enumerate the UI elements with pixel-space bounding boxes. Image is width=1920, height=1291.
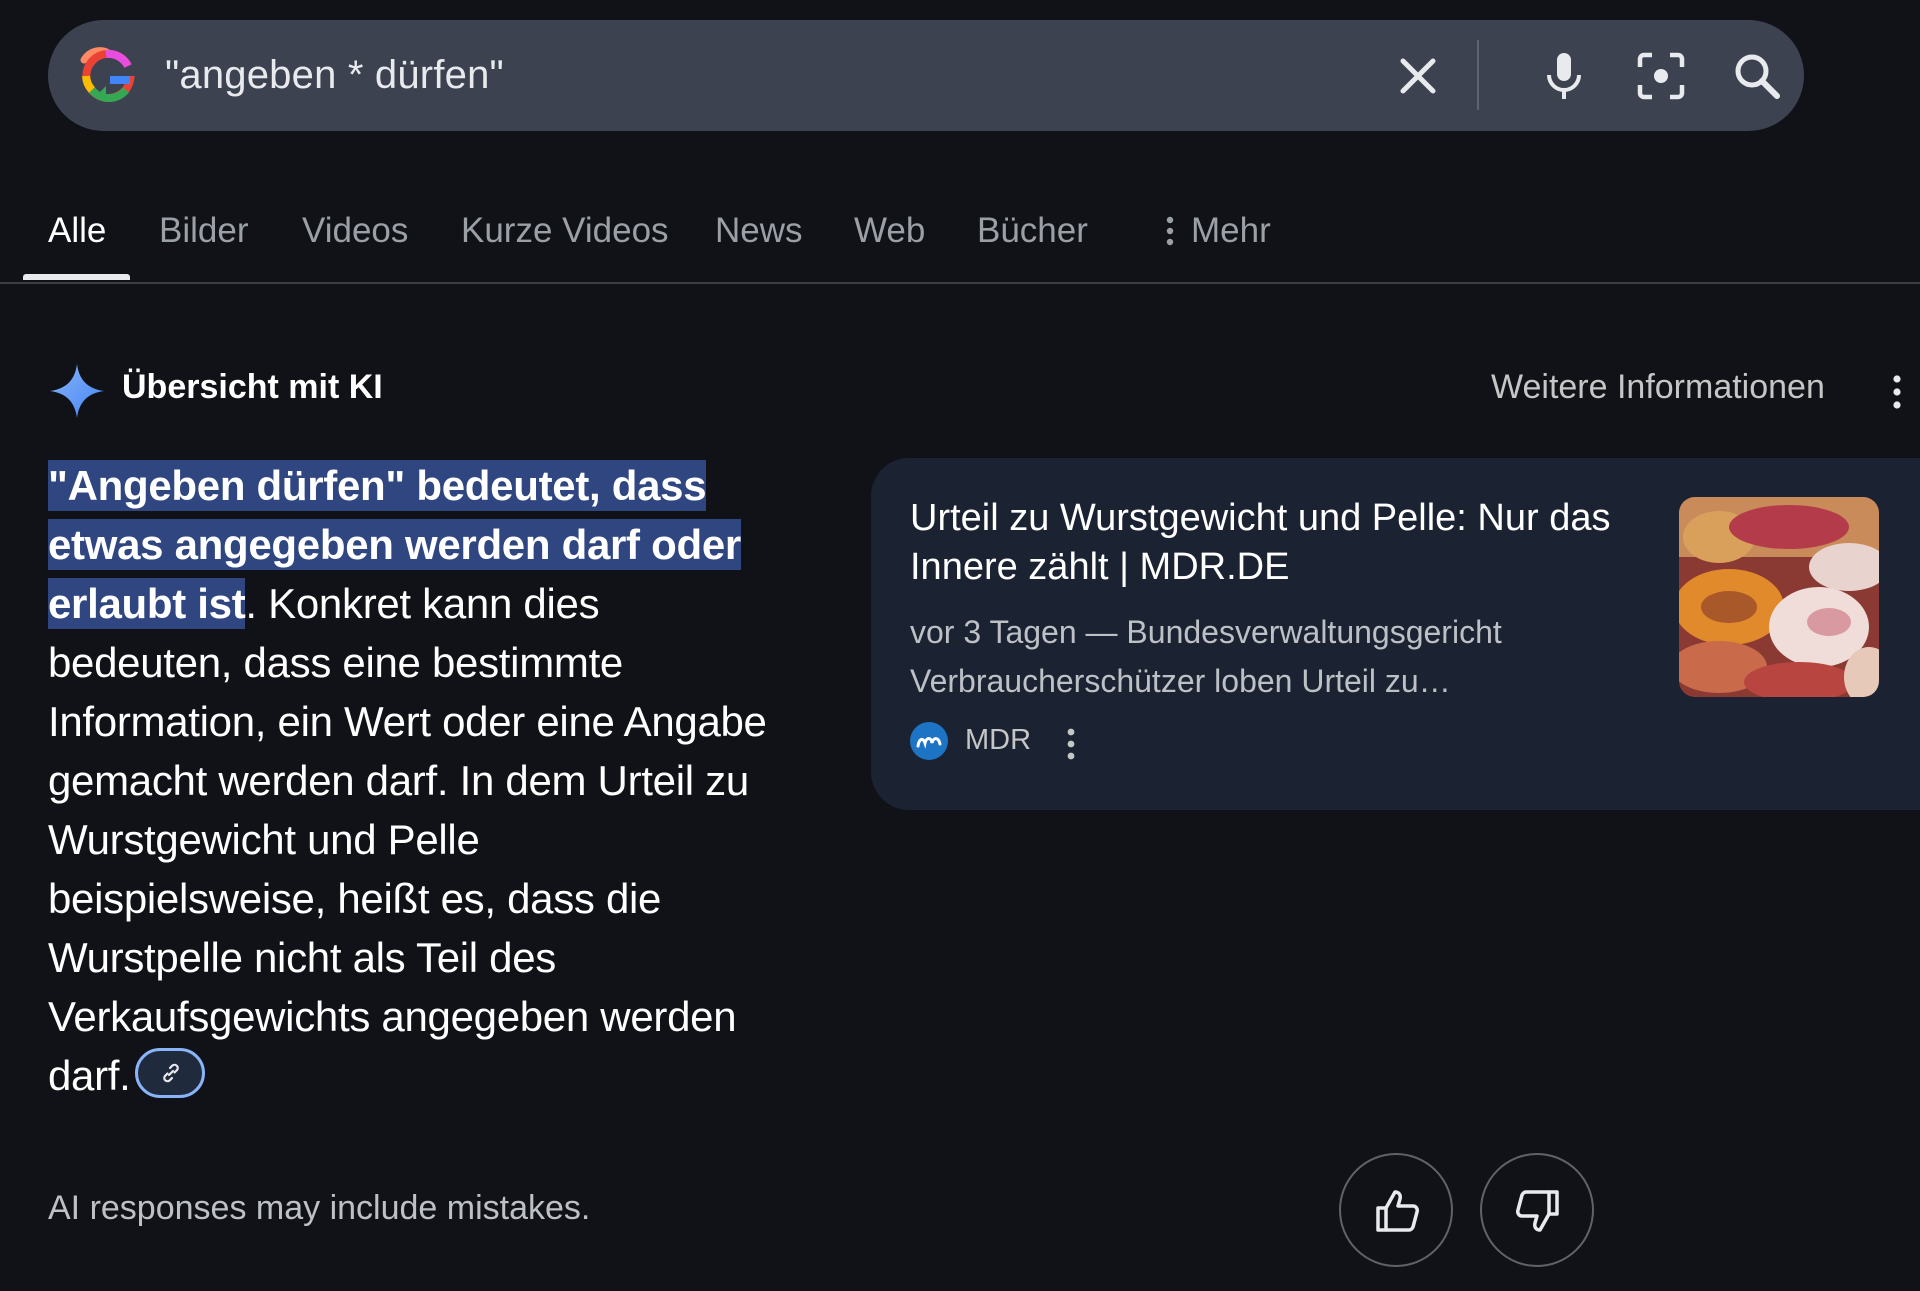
google-logo-icon[interactable] <box>76 46 138 106</box>
lens-icon[interactable] <box>1634 49 1688 103</box>
thumbs-down-button[interactable] <box>1480 1153 1594 1267</box>
ai-disclaimer: AI responses may include mistakes. <box>48 1189 591 1227</box>
tab-news[interactable]: News <box>715 190 803 272</box>
ai-overview-title: Übersicht mit KI <box>122 368 383 406</box>
clear-icon[interactable] <box>1391 49 1445 103</box>
active-tab-indicator <box>23 274 130 280</box>
ai-sparkle-icon <box>50 364 104 418</box>
search-input[interactable]: "angeben * dürfen" <box>165 20 504 131</box>
search-bar[interactable]: "angeben * dürfen" <box>48 20 1804 131</box>
tab-kurze-videos[interactable]: Kurze Videos <box>461 190 669 272</box>
tab-alle[interactable]: Alle <box>48 190 106 272</box>
thumbs-down-icon <box>1516 1190 1559 1232</box>
tab-web[interactable]: Web <box>854 190 925 272</box>
thumbs-up-icon <box>1376 1190 1419 1232</box>
tab-mehr[interactable]: Mehr <box>1191 190 1271 272</box>
source-card-title[interactable]: Urteil zu Wurstgewicht und Pelle: Nur da… <box>910 494 1650 592</box>
mic-icon[interactable] <box>1537 49 1591 103</box>
source-name: MDR <box>965 724 1032 756</box>
more-vertical-icon[interactable] <box>1166 216 1174 246</box>
source-card[interactable]: Urteil zu Wurstgewicht und Pelle: Nur da… <box>871 458 1920 810</box>
tab-bilder[interactable]: Bilder <box>159 190 248 272</box>
link-icon <box>162 1063 179 1083</box>
ai-overview-answer: "Angeben dürfen" bedeutet, dass etwas an… <box>48 456 768 1105</box>
source-card-snippet: vor 3 Tagen — Bundesverwaltungsgericht V… <box>910 614 1502 699</box>
source-options-icon[interactable] <box>1065 728 1077 760</box>
tabs-divider <box>0 282 1920 284</box>
mdr-logo-icon <box>910 722 948 760</box>
thumbs-up-button[interactable] <box>1339 1153 1453 1267</box>
source-thumbnail-image[interactable] <box>1679 497 1879 697</box>
citation-link-button[interactable] <box>134 1048 205 1098</box>
search-divider <box>1477 40 1479 110</box>
answer-body: . Konkret kann dies bedeuten, dass eine … <box>48 580 767 1099</box>
search-icon[interactable] <box>1730 49 1784 103</box>
more-info-link[interactable]: Weitere Informationen <box>1491 368 1825 407</box>
more-options-icon[interactable] <box>1890 374 1904 410</box>
tab-buecher[interactable]: Bücher <box>977 190 1088 272</box>
search-tabs: Alle Bilder Videos Kurze Videos News Web… <box>0 190 1920 282</box>
tab-videos[interactable]: Videos <box>302 190 408 272</box>
